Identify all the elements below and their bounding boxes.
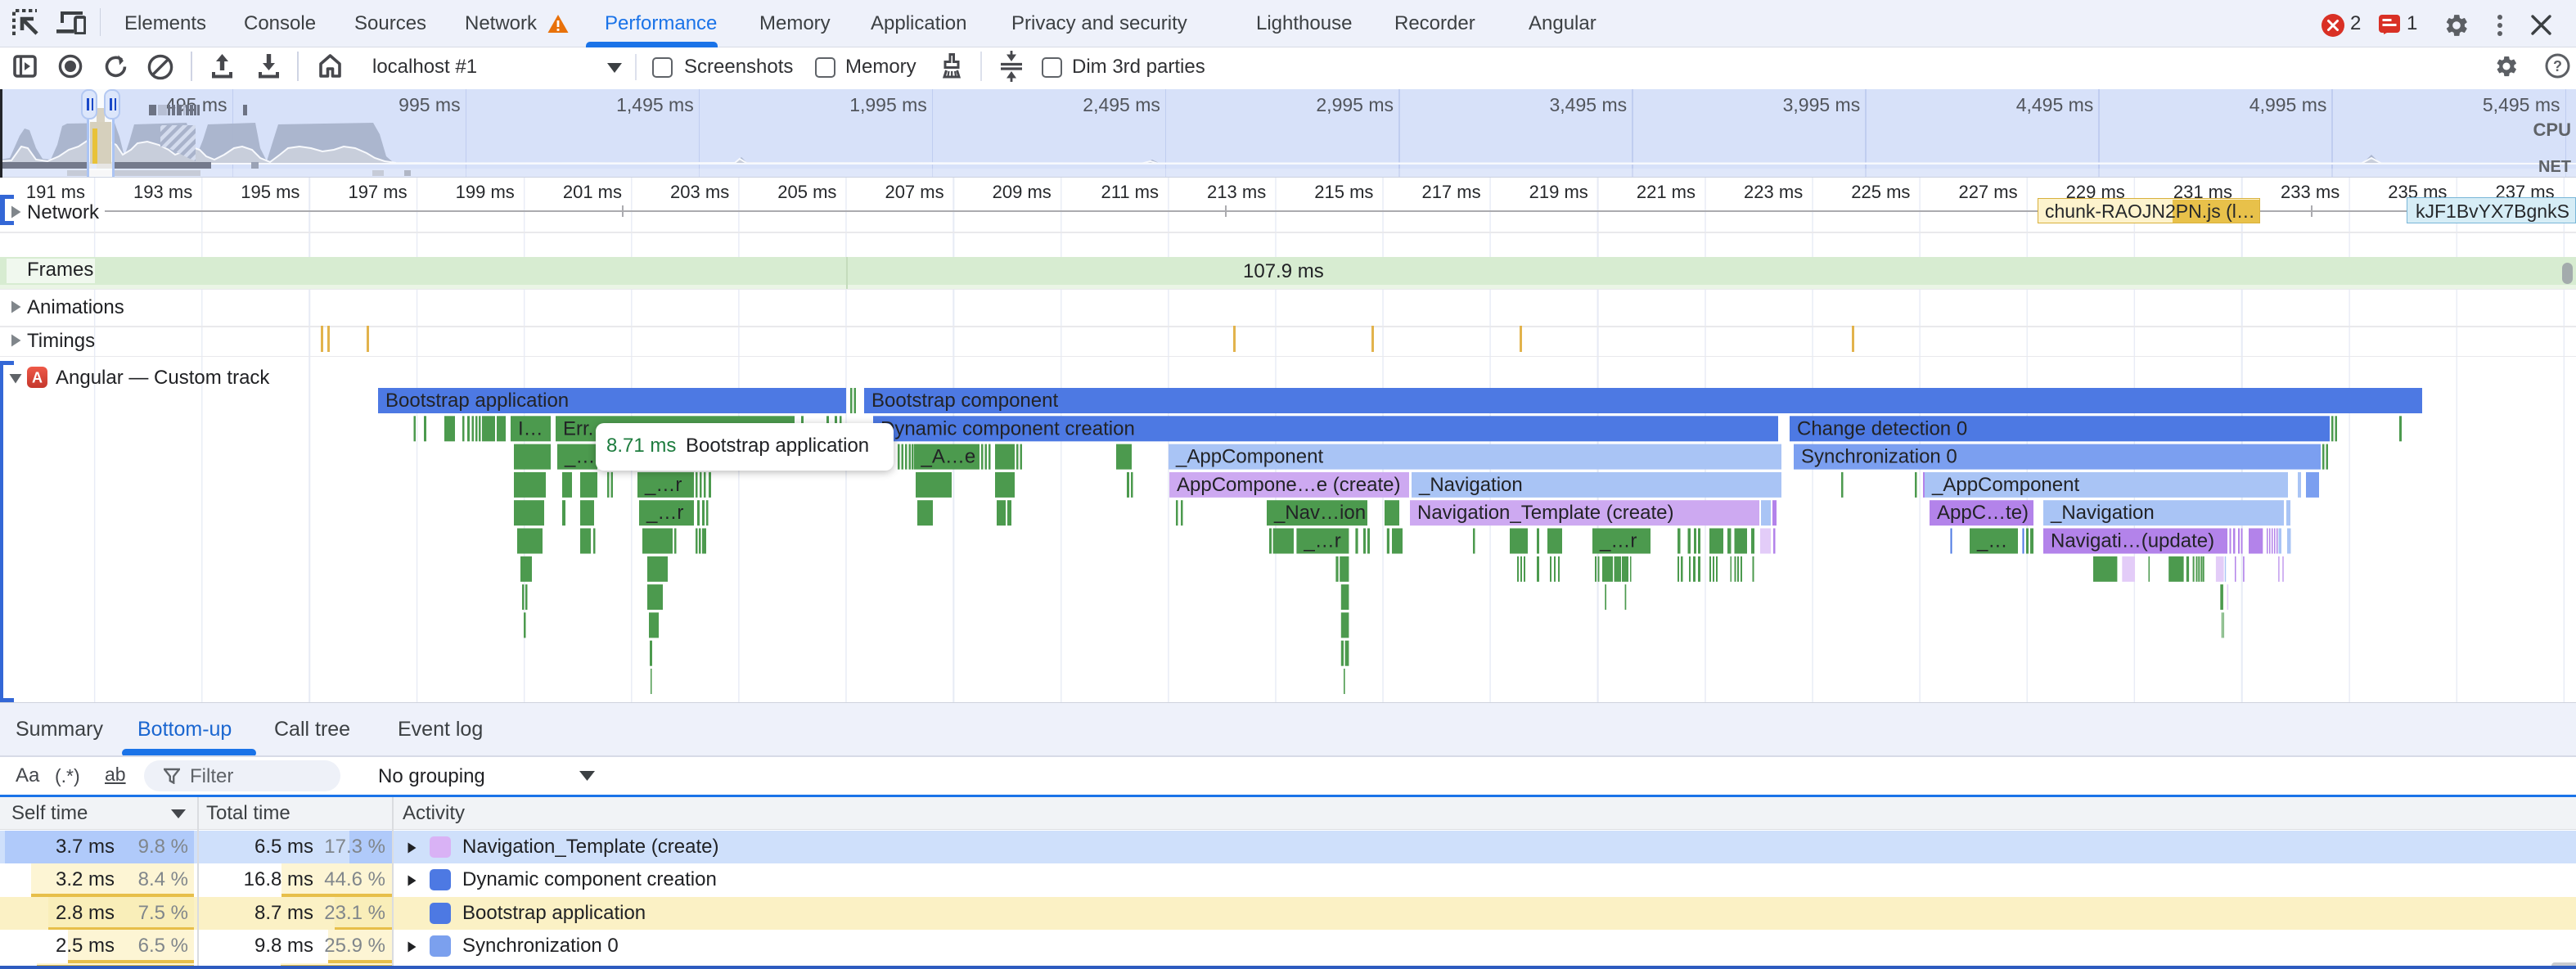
svg-text:_…r: _…r (644, 474, 682, 496)
svg-text:_Navigation: _Navigation (1418, 474, 1523, 496)
svg-text:Err.: Err. (563, 417, 593, 439)
svg-text:AppCompone…e (create): AppCompone…e (create) (1177, 474, 1400, 496)
svg-text:_Nav…ion: _Nav…ion (1273, 502, 1366, 524)
svg-text:_…r: _…r (1599, 530, 1637, 552)
svg-text:Navigati…(update): Navigati…(update) (2051, 530, 2214, 552)
svg-text:Bootstrap component: Bootstrap component (871, 390, 1058, 412)
svg-text:_…: _… (564, 446, 595, 468)
svg-text:_Navigation: _Navigation (2050, 502, 2155, 524)
svg-text:Bootstrap application: Bootstrap application (385, 390, 569, 412)
svg-text:Navigation_Template (create): Navigation_Template (create) (1417, 502, 1674, 524)
svg-text:Dynamic component creation: Dynamic component creation (880, 417, 1135, 439)
svg-text:Synchronization 0: Synchronization 0 (1801, 446, 1957, 468)
svg-text:_AppComponent: _AppComponent (1931, 474, 2079, 496)
svg-text:_…r: _…r (1303, 530, 1340, 552)
svg-text:AppC…te): AppC…te) (1937, 502, 2029, 524)
svg-text:_A…e: _A…e (921, 446, 976, 468)
svg-text:_AppComponent: _AppComponent (1175, 446, 1323, 468)
svg-text:Change detection 0: Change detection 0 (1797, 417, 1967, 439)
svg-text:_…r: _…r (646, 502, 683, 524)
svg-text:_…: _… (1976, 530, 2007, 552)
svg-text:I…: I… (518, 417, 543, 439)
